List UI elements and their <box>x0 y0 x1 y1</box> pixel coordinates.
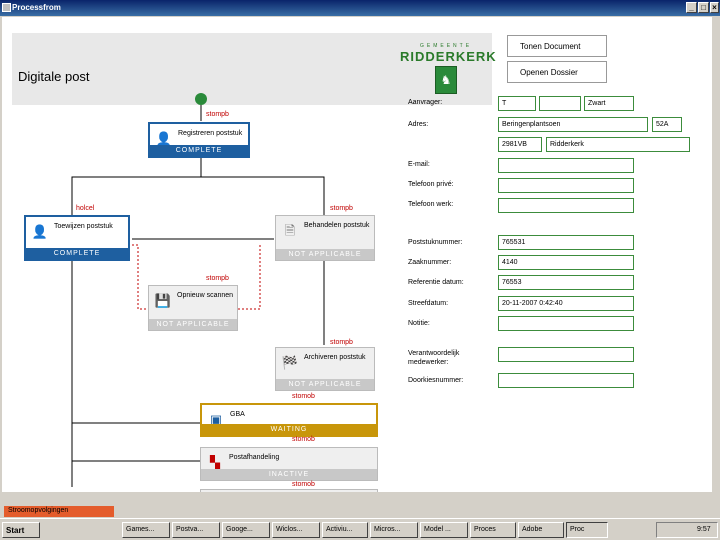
vertical-scrollbar[interactable] <box>712 17 720 492</box>
flow-user: stomob <box>292 436 315 443</box>
system-tray: 9:57 <box>656 522 718 538</box>
node-label: Postafhandeling <box>229 454 280 461</box>
field-label: Adres: <box>408 121 429 128</box>
taskbar-item[interactable]: Googe... <box>222 522 270 538</box>
flow-user: holcel <box>76 205 95 212</box>
poststuknummer-field[interactable]: 765531 <box>498 235 634 250</box>
aanvrager-prefix-field[interactable] <box>539 96 581 111</box>
taskbar-item-active[interactable]: Proc <box>566 522 608 538</box>
horizontal-scrollbar[interactable] <box>0 494 720 506</box>
node-status: NOT APPLICABLE <box>149 319 237 330</box>
email-field[interactable] <box>498 158 634 173</box>
node-status: COMPLETE <box>26 248 128 259</box>
aanvrager-initials-field[interactable]: T <box>498 96 536 111</box>
zaaknummer-field[interactable]: 4140 <box>498 255 634 270</box>
flow-user: stompb <box>330 339 353 346</box>
sheet-tab-bar: Stroomopvolgingen <box>0 506 720 518</box>
verantwoordelijk-field[interactable] <box>498 347 634 362</box>
taskbar-item[interactable]: Micros... <box>370 522 418 538</box>
field-label: Referentie datum: <box>408 279 464 286</box>
node-label: Toewijzen poststuk <box>54 223 113 230</box>
taskbar-item[interactable]: Wiclos... <box>272 522 320 538</box>
node-status: NOT APPLICABLE <box>276 379 374 390</box>
document-icon: 🗎 <box>284 223 296 238</box>
node-label: Opnieuw scannen <box>177 292 234 299</box>
app-icon <box>2 3 11 12</box>
disk-icon: 💾 <box>154 293 172 308</box>
person-icon: 👤 <box>31 224 49 239</box>
city-field[interactable]: Ridderkerk <box>546 137 690 152</box>
flow-node-next <box>200 489 378 492</box>
application-window: Processfrom _ □ × Digitale post GEMEENTE… <box>0 0 720 540</box>
field-label: Verantwoordelijk medewerker: <box>408 350 460 366</box>
field-label: Zaaknummer: <box>408 259 452 266</box>
referentie-field[interactable]: 76553 <box>498 275 634 290</box>
node-label: GBA <box>230 411 245 418</box>
node-status: NOT APPLICABLE <box>276 249 374 260</box>
flow-user: stomob <box>292 481 315 488</box>
clock: 9:57 <box>697 526 711 533</box>
field-label: Telefoon werk: <box>408 201 454 208</box>
node-label: Behandelen poststuk <box>304 222 370 229</box>
title-bar: Processfrom _ □ × <box>0 0 720 16</box>
start-node-icon <box>195 93 207 105</box>
taskbar-item[interactable]: Adobe <box>518 522 564 538</box>
streefdatum-field[interactable]: 20-11-2007 0:42:40 <box>498 296 634 311</box>
node-label: Registreren poststuk <box>178 130 243 137</box>
emblem-icon: ♞ <box>435 66 457 94</box>
flow-user: stompb <box>330 205 353 212</box>
postcode-field[interactable]: 2981VB <box>498 137 542 152</box>
flow-node-opnieuw-scannen[interactable]: 💾 Opnieuw scannen NOT APPLICABLE <box>148 285 238 331</box>
node-status: INACTIVE <box>201 469 377 480</box>
taskbar-item[interactable]: Proces <box>470 522 516 538</box>
taskbar-item[interactable]: Games... <box>122 522 170 538</box>
field-label: E-mail: <box>408 161 430 168</box>
street-field[interactable]: Beringenplantsoen <box>498 117 648 132</box>
taskbar-item[interactable]: Activiu... <box>322 522 368 538</box>
field-label: Poststuknummer: <box>408 239 463 246</box>
logo: GEMEENTE RIDDERKERK ♞ <box>400 43 497 103</box>
close-button[interactable]: × <box>710 2 719 13</box>
window-title: Processfrom <box>12 3 61 12</box>
flow-node-registreren[interactable]: 👤 Registreren poststuk COMPLETE <box>148 122 250 158</box>
flow-user: stompb <box>206 275 229 282</box>
field-label: Telefoon privé: <box>408 181 454 188</box>
house-number-field[interactable]: 52A <box>652 117 682 132</box>
main-content: Digitale post GEMEENTE RIDDERKERK ♞ Tone… <box>2 17 712 492</box>
connector-line <box>201 176 325 215</box>
maximize-button[interactable]: □ <box>698 2 709 13</box>
flow-node-toewijzen[interactable]: 👤 Toewijzen poststuk COMPLETE <box>24 215 130 261</box>
sheet-tab[interactable]: Stroomopvolgingen <box>4 506 114 517</box>
phone-private-field[interactable] <box>498 178 634 193</box>
flow-node-gba[interactable]: ▣ GBA WAITING <box>200 403 378 437</box>
logo-name: RIDDERKERK <box>400 49 497 64</box>
checkered-flag-icon: 🏁 <box>281 355 299 370</box>
taskbar-item[interactable]: Model ... <box>420 522 468 538</box>
field-label: Streefdatum: <box>408 300 449 307</box>
phone-work-field[interactable] <box>498 198 634 213</box>
flow-node-archiveren[interactable]: 🏁 Archiveren poststuk NOT APPLICABLE <box>275 347 375 391</box>
doorkiesnummer-field[interactable] <box>498 373 634 388</box>
node-status: WAITING <box>202 424 376 435</box>
aanvrager-surname-field[interactable]: Zwart <box>584 96 634 111</box>
notitie-field[interactable] <box>498 316 634 331</box>
open-dossier-button[interactable]: Openen Dossier <box>507 61 607 83</box>
open-document-button[interactable]: Tonen Document <box>507 35 607 57</box>
field-label: Notitie: <box>408 320 430 327</box>
node-status: COMPLETE <box>150 145 248 156</box>
minimize-button[interactable]: _ <box>686 2 697 13</box>
flow-node-postafhandeling[interactable]: ▚ Postafhandeling INACTIVE <box>200 447 378 481</box>
field-label: Doorkiesnummer: <box>408 377 464 384</box>
start-button[interactable]: Start <box>2 522 40 538</box>
field-label: Aanvrager: <box>408 99 443 106</box>
node-label: Archiveren poststuk <box>304 354 366 361</box>
taskbar-item[interactable]: Postva... <box>172 522 220 538</box>
flow-node-behandelen[interactable]: 🗎 Behandelen poststuk NOT APPLICABLE <box>275 215 375 261</box>
flow-user: stomob <box>292 393 315 400</box>
flow-user: stompb <box>206 111 229 118</box>
connector-line <box>132 244 148 310</box>
taskbar: Start Games... Postva... Googe... Wiclos… <box>0 518 720 540</box>
